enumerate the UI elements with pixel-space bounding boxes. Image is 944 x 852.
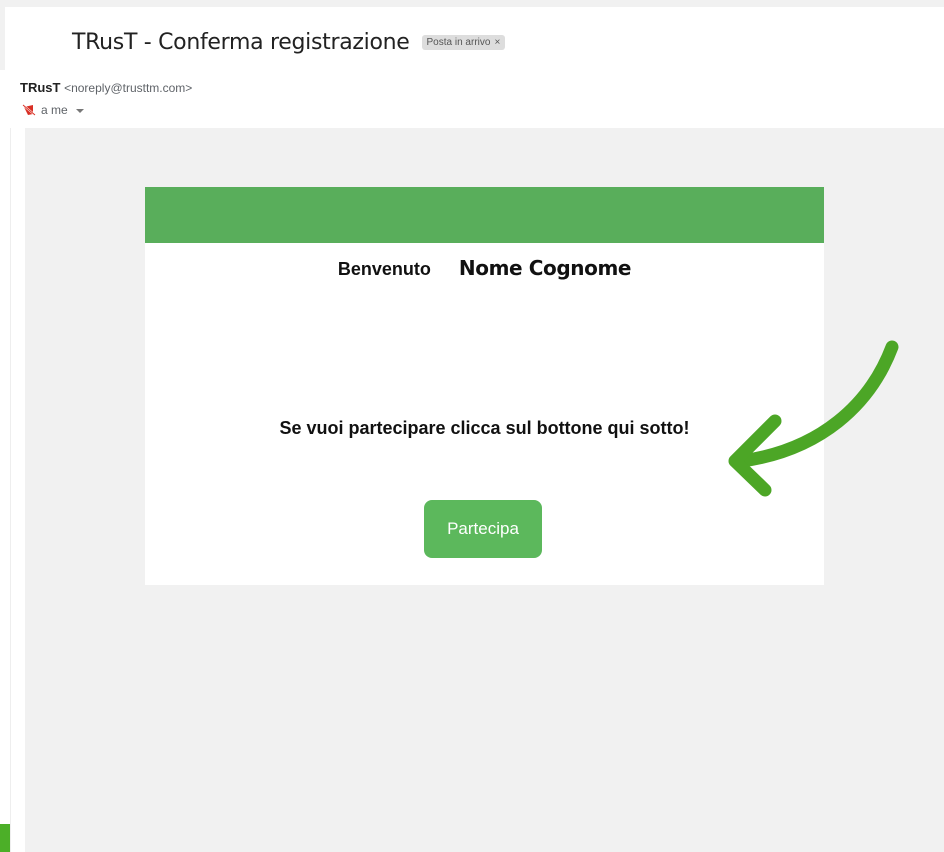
welcome-text: Benvenuto xyxy=(337,259,431,279)
curved-arrow-icon xyxy=(728,340,899,497)
no-image-icon xyxy=(22,104,36,116)
sender-email: <noreply@trusttm.com> xyxy=(64,81,193,95)
card-header-bar xyxy=(145,187,824,243)
top-strip xyxy=(0,0,944,7)
recipient-label: a me xyxy=(41,103,68,117)
welcome-row: Benvenuto Nome Cognome xyxy=(145,256,824,280)
remove-label-icon[interactable]: × xyxy=(494,37,500,48)
body-gutter xyxy=(10,128,25,852)
sender-name: TRusT xyxy=(20,80,61,95)
participate-button[interactable]: Partecipa xyxy=(424,500,542,558)
green-corner-marker xyxy=(0,824,10,852)
recipient-fullname: Nome Cognome xyxy=(458,256,632,280)
recipient-row[interactable]: a me xyxy=(22,103,84,117)
inbox-label-text: Posta in arrivo xyxy=(426,37,491,48)
inbox-label-chip[interactable]: Posta in arrivo × xyxy=(421,35,506,50)
caret-down-icon[interactable] xyxy=(75,109,84,113)
email-subject: TRusT - Conferma registrazione xyxy=(72,30,410,55)
left-strip xyxy=(0,0,5,70)
subject-row: TRusT - Conferma registrazione Posta in … xyxy=(72,30,506,55)
sender-row: TRusT <noreply@trusttm.com> xyxy=(20,80,192,95)
